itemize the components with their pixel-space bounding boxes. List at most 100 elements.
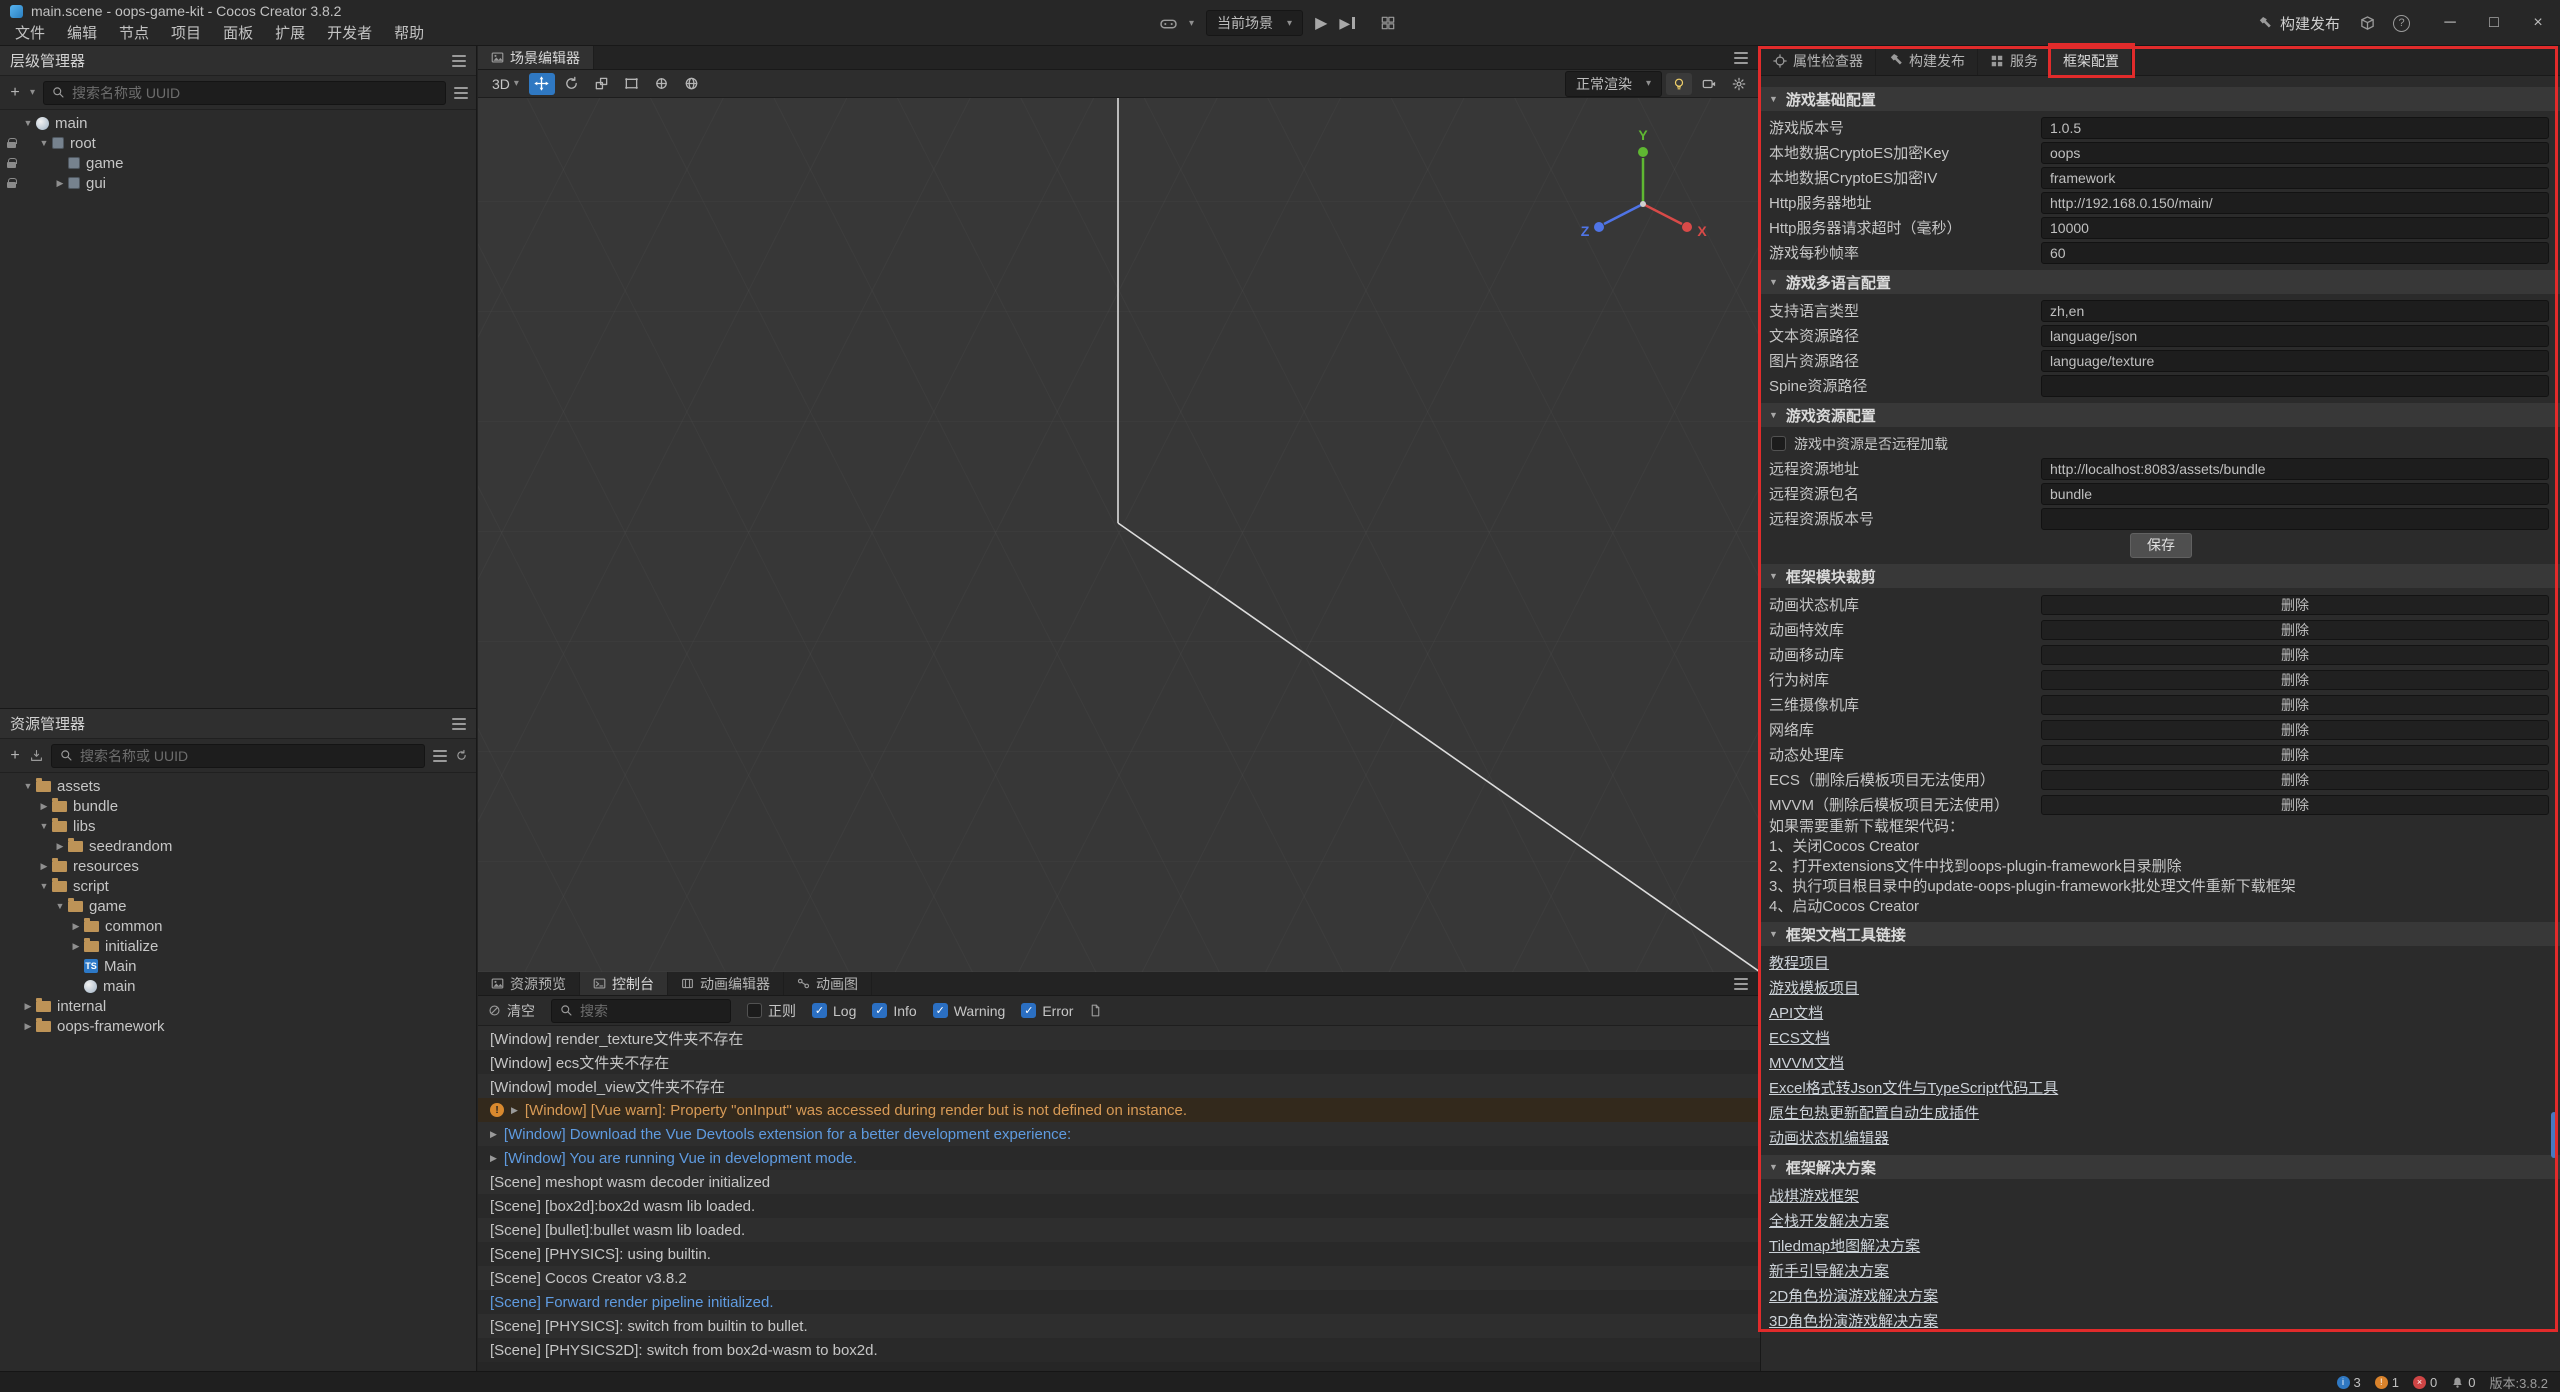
asset-node[interactable]: TSMain: [0, 956, 476, 976]
menu-item-5[interactable]: 扩展: [264, 22, 316, 46]
field-input[interactable]: [2041, 192, 2549, 214]
hierarchy-search[interactable]: [43, 81, 446, 105]
asset-node[interactable]: ▶bundle: [0, 796, 476, 816]
checkbox[interactable]: [933, 1003, 948, 1018]
field-input[interactable]: [2041, 458, 2549, 480]
play-button[interactable]: ▶: [1315, 13, 1327, 33]
section-header[interactable]: ▼游戏基础配置: [1761, 87, 2560, 111]
layout-icon[interactable]: [1381, 16, 1395, 30]
import-icon[interactable]: [30, 749, 43, 762]
panel-menu-icon[interactable]: [1734, 983, 1748, 985]
chevron-down-icon[interactable]: ▼: [36, 138, 52, 148]
delete-button[interactable]: 删除: [2041, 595, 2549, 615]
tab-anim-graph[interactable]: 动画图: [784, 972, 872, 995]
chevron-down-icon[interactable]: ▼: [52, 901, 68, 911]
panel-menu-icon[interactable]: [452, 60, 466, 62]
create-node-button[interactable]: +: [8, 84, 22, 102]
minimize-button[interactable]: ─: [2428, 0, 2472, 46]
section-header[interactable]: ▼游戏多语言配置: [1761, 270, 2560, 294]
field-input[interactable]: [2041, 350, 2549, 372]
dimension-toggle[interactable]: 3D ▾: [486, 73, 525, 95]
expand-icon[interactable]: ▶: [511, 1105, 518, 1116]
log-row[interactable]: [Scene] [PHYSICS2D]: switch from box2d-w…: [478, 1338, 1760, 1362]
hierarchy-node[interactable]: ▼main: [0, 113, 476, 133]
menu-item-0[interactable]: 文件: [4, 22, 56, 46]
scene-selector[interactable]: 当前场景 ▾: [1206, 10, 1303, 36]
clear-console-button[interactable]: 清空: [488, 1001, 535, 1021]
doc-link[interactable]: Tiledmap地图解决方案: [1769, 1235, 1920, 1256]
log-row[interactable]: [Scene] [box2d]:box2d wasm lib loaded.: [478, 1194, 1760, 1218]
chevron-down-icon[interactable]: ▾: [30, 87, 35, 98]
chevron-down-icon[interactable]: ▼: [36, 821, 52, 831]
asset-node[interactable]: ▼libs: [0, 816, 476, 836]
delete-button[interactable]: 删除: [2041, 695, 2549, 715]
asset-node[interactable]: ▶internal: [0, 996, 476, 1016]
log-row[interactable]: [Scene] [PHYSICS]: switch from builtin t…: [478, 1314, 1760, 1338]
tab-build-publish[interactable]: 构建发布: [1876, 46, 1978, 75]
field-input[interactable]: [2041, 483, 2549, 505]
doc-link[interactable]: MVVM文档: [1769, 1052, 1844, 1073]
build-publish-button[interactable]: 构建发布: [2257, 13, 2340, 34]
hierarchy-node[interactable]: ▼root: [0, 133, 476, 153]
delete-button[interactable]: 删除: [2041, 770, 2549, 790]
field-input[interactable]: [2041, 167, 2549, 189]
doc-link[interactable]: 游戏模板项目: [1769, 977, 1859, 998]
regex-toggle[interactable]: 正则: [747, 1001, 796, 1021]
doc-link[interactable]: Excel格式转Json文件与TypeScript代码工具: [1769, 1077, 2058, 1098]
tab-framework-config[interactable]: 框架配置: [2051, 46, 2132, 75]
scrollbar-thumb[interactable]: [2551, 1112, 2557, 1158]
chevron-right-icon[interactable]: ▶: [20, 1021, 36, 1032]
asset-node[interactable]: ▼script: [0, 876, 476, 896]
chevron-right-icon[interactable]: ▶: [20, 1001, 36, 1012]
field-input[interactable]: [2041, 300, 2549, 322]
info-count[interactable]: i 3: [2337, 1375, 2361, 1390]
hierarchy-search-input[interactable]: [72, 85, 437, 101]
panel-menu-icon[interactable]: [452, 723, 466, 725]
orientation-gizmo[interactable]: Y X Z: [1568, 124, 1718, 274]
menu-item-6[interactable]: 开发者: [316, 22, 383, 46]
delete-button[interactable]: 删除: [2041, 745, 2549, 765]
axis-x-label[interactable]: X: [1697, 223, 1707, 239]
lock-icon[interactable]: [7, 176, 16, 188]
chevron-right-icon[interactable]: ▶: [52, 178, 68, 189]
checkbox[interactable]: [812, 1003, 827, 1018]
menu-item-7[interactable]: 帮助: [383, 22, 435, 46]
filter-icon[interactable]: [433, 755, 447, 757]
section-header[interactable]: ▼框架模块裁剪: [1761, 564, 2560, 588]
preview-device-icon[interactable]: [1160, 15, 1177, 32]
field-input[interactable]: [2041, 325, 2549, 347]
chevron-right-icon[interactable]: ▶: [52, 841, 68, 852]
field-input[interactable]: [2041, 217, 2549, 239]
console-search[interactable]: [551, 999, 731, 1023]
asset-node[interactable]: ▶oops-framework: [0, 1016, 476, 1036]
field-input[interactable]: [2041, 375, 2549, 397]
asset-node[interactable]: ▶initialize: [0, 936, 476, 956]
rotate-tool-icon[interactable]: [559, 73, 585, 95]
chevron-right-icon[interactable]: ▶: [36, 861, 52, 872]
tab-anim-editor[interactable]: 动画编辑器: [668, 972, 784, 995]
menu-item-2[interactable]: 节点: [108, 22, 160, 46]
field-input[interactable]: [2041, 242, 2549, 264]
hierarchy-node[interactable]: ▶gui: [0, 173, 476, 193]
coordinate-space-icon[interactable]: [679, 73, 705, 95]
menu-item-1[interactable]: 编辑: [56, 22, 108, 46]
log-row[interactable]: [Scene] meshopt wasm decoder initialized: [478, 1170, 1760, 1194]
package-icon[interactable]: [2360, 16, 2375, 31]
regex-checkbox[interactable]: [747, 1003, 762, 1018]
tab-service[interactable]: 服务: [1978, 46, 2051, 75]
expand-icon[interactable]: ▶: [490, 1153, 497, 1164]
delete-button[interactable]: 删除: [2041, 670, 2549, 690]
error-count[interactable]: × 0: [2413, 1375, 2437, 1390]
console-search-input[interactable]: [580, 1003, 722, 1019]
close-button[interactable]: ×: [2516, 0, 2560, 46]
axis-z-label[interactable]: Z: [1581, 223, 1590, 239]
filter-icon[interactable]: [454, 92, 468, 94]
export-log-icon[interactable]: [1089, 1004, 1102, 1017]
section-header[interactable]: ▼框架解决方案: [1761, 1155, 2560, 1179]
doc-link[interactable]: 原生包热更新配置自动生成插件: [1769, 1102, 1979, 1123]
scale-tool-icon[interactable]: [589, 73, 615, 95]
chevron-right-icon[interactable]: ▶: [68, 941, 84, 952]
asset-node[interactable]: ▼assets: [0, 776, 476, 796]
render-mode-select[interactable]: 正常渲染 ▾: [1565, 71, 1662, 97]
menu-item-4[interactable]: 面板: [212, 22, 264, 46]
